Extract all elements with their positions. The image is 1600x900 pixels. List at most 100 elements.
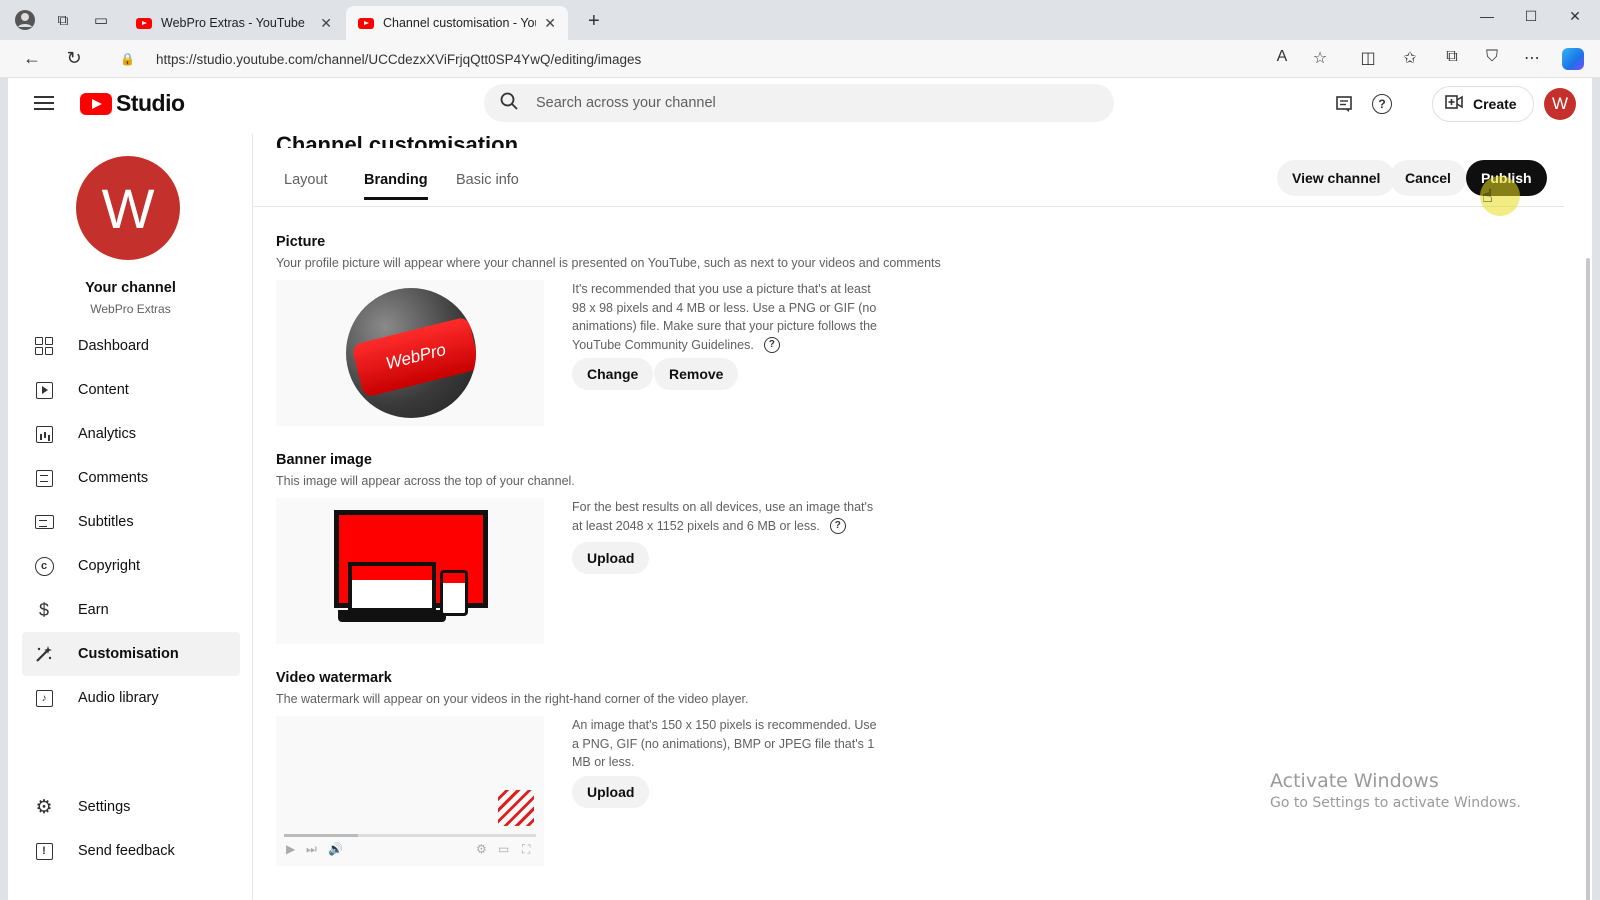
create-video-icon [1445,95,1463,113]
sidebar-item-settings[interactable]: ⚙ Settings [22,785,240,829]
youtube-favicon-icon [358,17,374,29]
more-icon[interactable]: ⋯ [1520,48,1544,68]
read-aloud-icon[interactable]: A [1270,48,1294,66]
help-icon[interactable]: ? [1370,92,1394,116]
help-icon[interactable]: ? [829,518,846,535]
page-scrollbar[interactable] [1586,218,1592,900]
banner-preview [276,498,544,644]
tab-branding[interactable]: Branding [364,172,428,200]
watermark-title: Video watermark [276,670,392,686]
sidebar-item-dashboard[interactable]: Dashboard [22,324,240,368]
publish-button[interactable]: Publish [1466,160,1547,196]
minimize-icon[interactable]: — [1472,8,1502,24]
tab-basic-info[interactable]: Basic info [456,172,519,200]
picture-hint-text: It's recommended that you use a picture … [572,282,877,352]
banner-hint-text: For the best results on all devices, use… [572,500,874,533]
watermark-hint: An image that's 150 x 150 pixels is reco… [572,718,877,769]
sidebar-item-content[interactable]: Content [22,368,240,412]
site-info-icon[interactable]: 🔒 [120,52,142,66]
sidebar-item-label: Copyright [78,558,141,574]
laptop-base [338,610,446,622]
favorites-icon[interactable]: ✩ [1398,48,1422,68]
account-avatar[interactable]: W [1544,88,1576,120]
search-input[interactable]: Search across your channel [484,84,1114,122]
dashboard-icon [32,334,56,358]
play-icon: ▶ [286,842,296,856]
profile-picture-key: WebPro [351,316,476,398]
favorite-icon[interactable]: ☆ [1308,48,1332,68]
workspaces-icon[interactable]: ⧉ [52,9,74,31]
next-icon: ⏭ [306,842,317,856]
new-tab-icon[interactable]: + [588,10,600,33]
watermark-placeholder [498,790,534,826]
tabs-divider [254,206,1564,207]
fullscreen-icon: ⛶ [522,842,531,856]
menu-icon[interactable] [34,96,54,110]
sidebar-item-copyright[interactable]: c Copyright [22,544,240,588]
captions-feedback-icon[interactable] [1332,92,1356,116]
url-field[interactable]: 🔒 https://studio.youtube.com/channel/UCC… [110,45,1290,73]
sidebar-item-send-feedback[interactable]: ! Send feedback [22,829,240,873]
your-channel-label: Your channel [85,280,176,296]
extensions-icon[interactable]: ⛉ [1480,48,1504,66]
picture-title: Picture [276,234,326,250]
sidebar-item-label: Earn [78,602,109,618]
youtube-logo-icon [80,92,112,115]
tab-layout[interactable]: Layout [284,172,328,200]
close-tab-icon[interactable]: ✕ [544,15,556,32]
collections-icon[interactable]: ⧉ [1440,48,1464,66]
split-screen-icon[interactable]: ◫ [1356,48,1380,68]
sidebar-item-subtitles[interactable]: Subtitles [22,500,240,544]
channel-avatar[interactable]: W [76,156,180,260]
help-icon[interactable]: ? [763,337,780,354]
cancel-button[interactable]: Cancel [1390,160,1466,196]
url-text: https://studio.youtube.com/channel/UCCde… [156,51,642,67]
maximize-icon[interactable]: ☐ [1516,8,1546,25]
sidebar-item-label: Comments [78,470,149,486]
sidebar-item-label: Settings [78,799,131,815]
audio-library-icon: ♪ [32,686,56,710]
tab-title: Channel customisation - YouTube [383,16,536,30]
sidebar-item-audio-library[interactable]: ♪ Audio library [22,676,240,720]
profile-icon[interactable] [14,9,36,31]
upload-watermark-button[interactable]: Upload [572,776,650,808]
laptop-illustration [348,562,436,612]
page-title: Channel customisation [276,132,519,148]
tab-actions-icon[interactable]: ▭ [90,9,112,31]
address-bar-row: ← ↻ 🔒 https://studio.youtube.com/channel… [0,40,1600,78]
refresh-icon[interactable]: ↻ [62,48,86,69]
change-picture-button[interactable]: Change [572,358,654,390]
sidebar-item-analytics[interactable]: Analytics [22,412,240,456]
banner-title: Banner image [276,452,372,468]
browser-tab-channel-customisation[interactable]: Channel customisation - YouTube ✕ [346,6,568,40]
back-icon[interactable]: ← [20,48,44,69]
browser-tab-webpro-extras[interactable]: WebPro Extras - YouTube ✕ [124,6,344,40]
upload-banner-button[interactable]: Upload [572,542,650,574]
watermark-description: The watermark will appear on your videos… [276,692,749,706]
sidebar-item-label: Content [78,382,129,398]
theater-icon: ▭ [498,842,510,856]
remove-picture-button[interactable]: Remove [654,358,739,390]
subtitles-icon [32,510,56,534]
picture-hint: It's recommended that you use a picture … [572,280,887,354]
studio-logo-text: Studio [116,90,185,116]
sidebar-item-label: Analytics [78,426,137,442]
sidebar-item-earn[interactable]: $ Earn [22,588,240,632]
view-channel-button[interactable]: View channel [1277,160,1396,196]
create-button[interactable]: Create [1432,86,1534,122]
watermark-preview: ▶ ⏭ 🔊 ⚙ ▭ ⛶ [276,716,544,866]
comments-icon [32,466,56,490]
youtube-favicon-icon [136,17,152,29]
copilot-icon[interactable] [1562,48,1586,70]
picture-preview: WebPro [276,280,544,426]
search-placeholder: Search across your channel [536,95,716,111]
studio-logo[interactable]: Studio [80,90,185,117]
browser-tab-strip: ⧉ ▭ WebPro Extras - YouTube ✕ Channel cu… [0,0,1600,40]
banner-hint: For the best results on all devices, use… [572,498,887,535]
sidebar-item-comments[interactable]: Comments [22,456,240,500]
close-window-icon[interactable]: ✕ [1560,8,1590,25]
activate-windows-title: Activate Windows [1270,770,1439,792]
close-tab-icon[interactable]: ✕ [320,15,332,32]
customisation-icon [32,642,56,666]
sidebar-item-customisation[interactable]: Customisation [22,632,240,676]
